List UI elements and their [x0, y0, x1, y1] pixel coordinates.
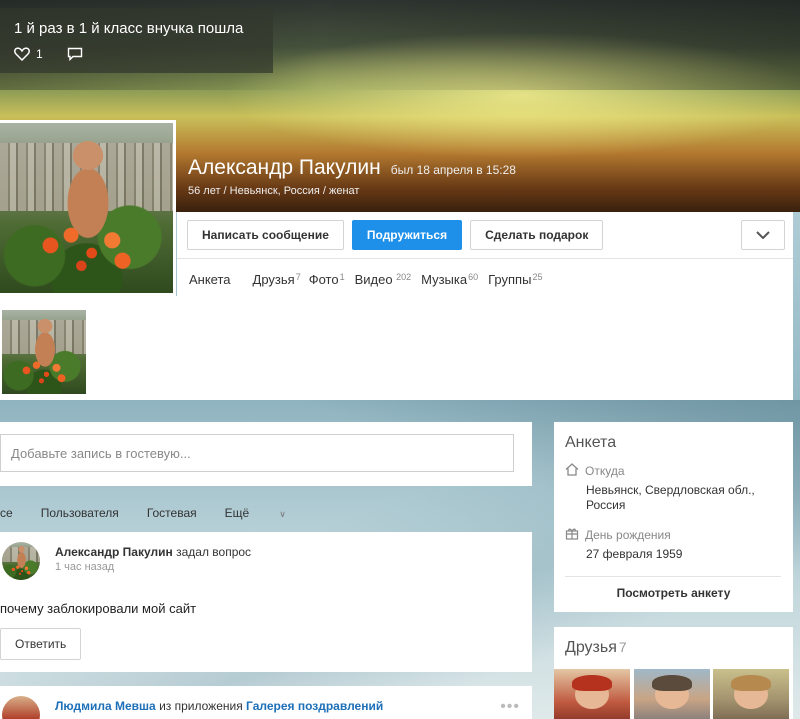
- post-action: задал вопрос: [176, 545, 252, 559]
- more-dropdown-button[interactable]: [741, 220, 785, 250]
- chevron-down-icon: [756, 228, 770, 242]
- anketa-title[interactable]: Анкета: [565, 434, 616, 452]
- last-seen: был 18 апреля в 15:28: [390, 163, 516, 177]
- from-label: Откуда: [585, 464, 625, 478]
- guestbook-input[interactable]: Добавьте запись в гостевую...: [0, 434, 514, 472]
- write-message-button[interactable]: Написать сообщение: [187, 220, 344, 250]
- home-icon: [565, 463, 579, 479]
- filter-user[interactable]: Пользователя: [41, 506, 119, 520]
- post-author[interactable]: Людмила Мевша: [55, 699, 156, 713]
- status-text[interactable]: 1 й раз в 1 й класс внучка пошла: [14, 20, 259, 37]
- profile-name: Александр Пакулин: [188, 156, 381, 179]
- post-menu-icon[interactable]: •••: [500, 698, 520, 716]
- post-header: Александр Пакулин задал вопрос: [55, 545, 251, 559]
- avatar[interactable]: [2, 542, 40, 580]
- post-time[interactable]: 1 час назад: [55, 561, 114, 573]
- make-gift-button[interactable]: Сделать подарок: [470, 220, 604, 250]
- status-card[interactable]: 1 й раз в 1 й класс внучка пошла 1: [0, 8, 273, 73]
- chevron-down-icon: ∨: [279, 509, 286, 519]
- profile-header: Александр Пакулин был 18 апреля в 15:28 …: [188, 156, 516, 197]
- guestbook-card: Добавьте запись в гостевую...: [0, 422, 532, 486]
- birthday-row: День рождения: [565, 527, 671, 543]
- friends-count: 7: [618, 639, 627, 655]
- heart-icon[interactable]: [14, 47, 30, 61]
- filter-guestbook[interactable]: Гостевая: [147, 506, 197, 520]
- post-source-text: из приложения: [159, 699, 243, 713]
- post-author[interactable]: Александр Пакулин: [55, 545, 173, 559]
- avatar[interactable]: [2, 696, 40, 719]
- tab-groups[interactable]: Группы25: [488, 272, 542, 287]
- from-row: Откуда: [565, 463, 625, 479]
- tab-friends[interactable]: Друзья7: [253, 272, 301, 287]
- comment-icon[interactable]: [67, 47, 83, 61]
- feed-post: Людмила Мевша из приложения Галерея позд…: [0, 686, 532, 719]
- tab-anketa[interactable]: Анкета: [189, 272, 231, 287]
- birthday-value: 27 февраля 1959: [586, 547, 683, 561]
- reply-button[interactable]: Ответить: [0, 628, 82, 660]
- feed-post: Александр Пакулин задал вопрос 1 час наз…: [0, 532, 532, 672]
- filter-more[interactable]: Ещё ∨: [225, 506, 314, 520]
- profile-tabs: Анкета Друзья7 Фото1 Видео 202 Музыка60 …: [189, 272, 564, 287]
- post-text: почему заблокировали мой сайт: [0, 601, 197, 616]
- friend-avatar[interactable]: [554, 669, 630, 719]
- status-meta: 1: [14, 47, 259, 61]
- divider: [177, 258, 793, 259]
- feed-filters: се Пользователя Гостевая Ещё ∨: [0, 506, 342, 520]
- tab-video[interactable]: Видео 202: [355, 272, 412, 287]
- post-app-link[interactable]: Галерея поздравлений: [246, 699, 383, 713]
- anketa-card: Анкета Откуда Невьянск, Свердловская обл…: [554, 422, 793, 612]
- from-value: Невьянск, Свердловская обл., Россия: [586, 483, 755, 512]
- friends-card: Друзья 7: [554, 627, 793, 719]
- friend-avatar[interactable]: [713, 669, 789, 719]
- avatar-photo: [0, 123, 173, 293]
- post-time[interactable]: ...: [55, 715, 64, 719]
- divider: [565, 576, 781, 577]
- birthday-label: День рождения: [585, 528, 671, 542]
- profile-photo-thumbnail[interactable]: [2, 310, 86, 394]
- profile-info: 56 лет / Невьянск, Россия / женат: [188, 185, 360, 197]
- friends-title[interactable]: Друзья 7: [565, 639, 627, 657]
- tab-music[interactable]: Музыка60: [421, 272, 478, 287]
- post-header: Людмила Мевша из приложения Галерея позд…: [55, 699, 383, 713]
- profile-panel: Написать сообщение Подружиться Сделать п…: [177, 212, 793, 400]
- view-anketa-link[interactable]: Посмотреть анкету: [554, 586, 793, 600]
- tab-photo[interactable]: Фото1: [309, 272, 345, 287]
- friend-avatar[interactable]: [634, 669, 710, 719]
- filter-all[interactable]: се: [0, 506, 13, 520]
- profile-actions: Написать сообщение Подружиться Сделать п…: [187, 220, 604, 250]
- add-friend-button[interactable]: Подружиться: [351, 220, 463, 250]
- likes-count: 1: [36, 47, 43, 61]
- profile-avatar[interactable]: [0, 120, 176, 296]
- gift-icon: [565, 527, 579, 543]
